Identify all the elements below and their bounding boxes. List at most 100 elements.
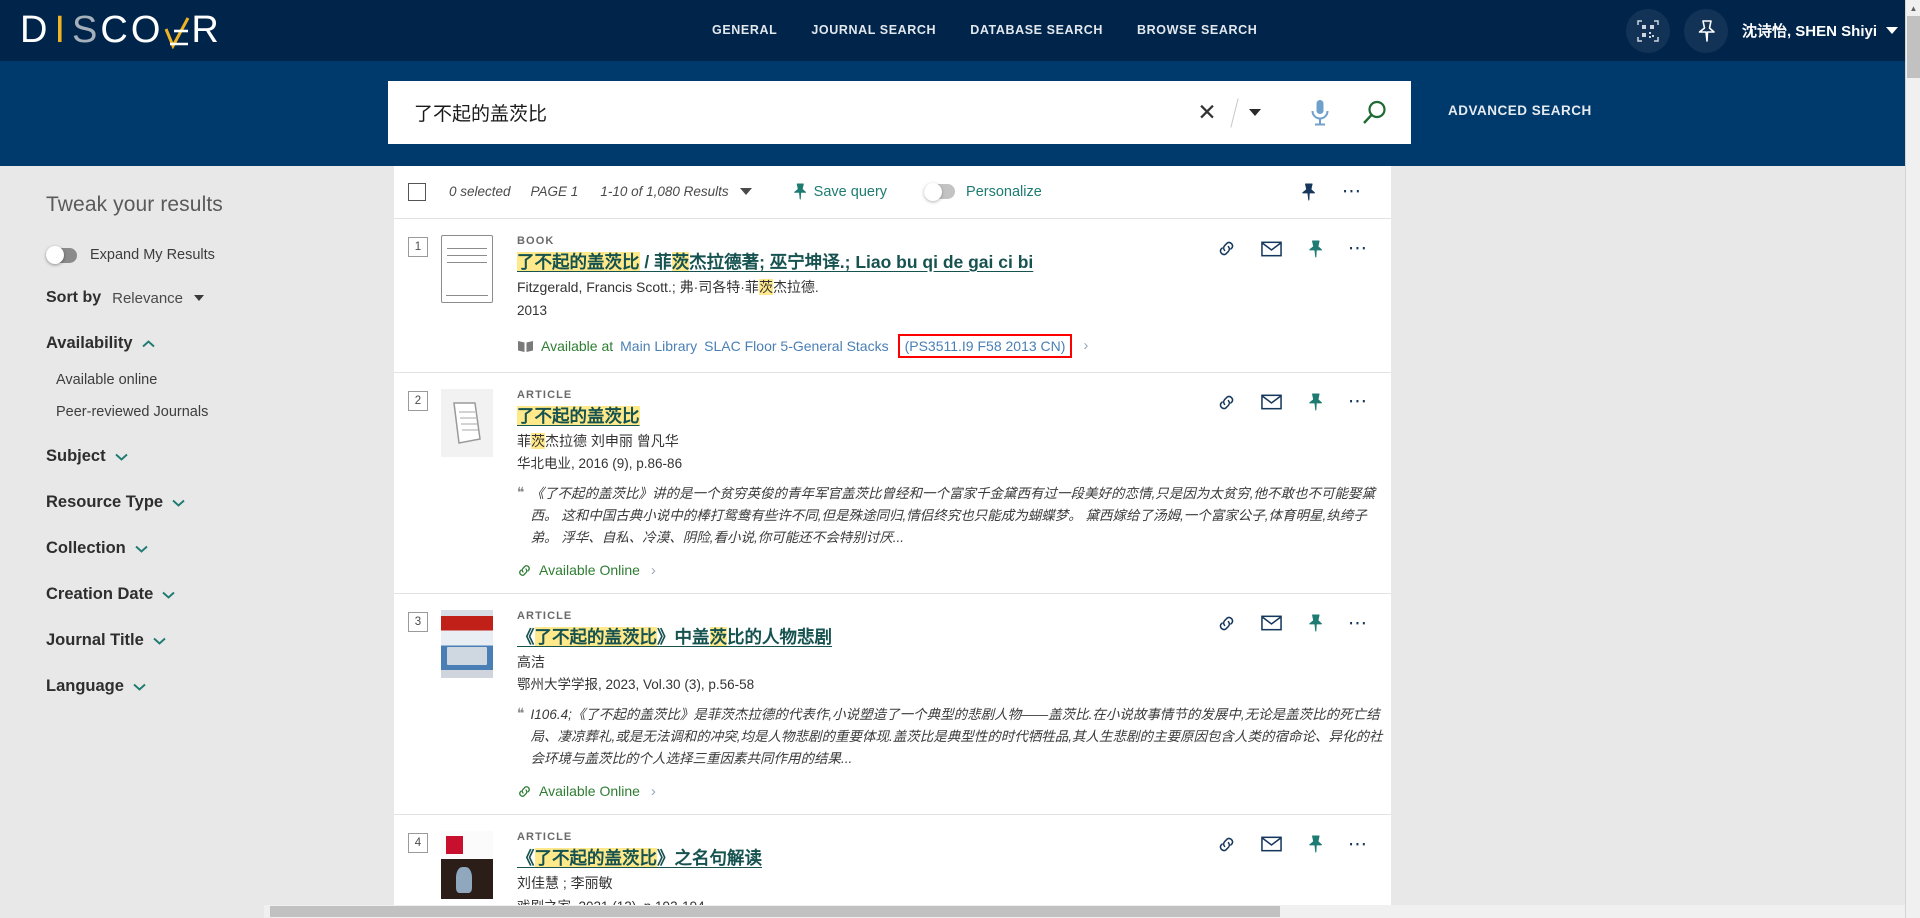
horizontal-scrollbar[interactable]: [264, 905, 1920, 918]
vertical-scrollbar[interactable]: ▲: [1905, 0, 1920, 918]
ellipsis-icon[interactable]: ⋯: [1342, 181, 1363, 201]
chevron-right-icon[interactable]: ›: [1083, 337, 1088, 354]
facet-availability[interactable]: Availability: [46, 334, 394, 353]
link-icon[interactable]: [1217, 393, 1236, 412]
envelope-icon[interactable]: [1261, 241, 1282, 257]
available-online-link[interactable]: Available Online: [539, 562, 640, 578]
facets-sidebar: Tweak your results Expand My Results Sor…: [0, 166, 394, 918]
envelope-icon[interactable]: [1261, 836, 1282, 852]
page-indicator: PAGE 1: [530, 184, 579, 199]
call-number: (PS3511.I9 F58 2013 CN): [897, 333, 1073, 358]
result-item-4[interactable]: 4 ARTICLE 《了不起的盖茨比》之名句解读 刘佳慧 ; 李丽敏 戏剧之家,…: [394, 813, 1391, 918]
facet-language[interactable]: Language: [46, 677, 394, 696]
chevron-down-icon[interactable]: [1249, 109, 1261, 116]
pin-icon[interactable]: [1307, 393, 1323, 411]
ellipsis-icon[interactable]: ⋯: [1348, 392, 1369, 412]
location-link[interactable]: SLAC Floor 5-General Stacks: [704, 338, 888, 354]
close-icon[interactable]: ✕: [1190, 96, 1224, 130]
qr-code-icon[interactable]: [1625, 8, 1670, 53]
facet-resource-type[interactable]: Resource Type: [46, 493, 394, 512]
scroll-thumb[interactable]: [270, 906, 1280, 917]
ellipsis-icon[interactable]: ⋯: [1348, 834, 1369, 854]
expand-my-results-toggle[interactable]: [46, 246, 77, 264]
header-user-controls: 沈诗怡, SHEN Shiyi: [1625, 0, 1898, 61]
page-body: Tweak your results Expand My Results Sor…: [0, 166, 1920, 918]
sort-by-label: Sort by: [46, 289, 102, 306]
link-icon[interactable]: [1217, 239, 1236, 258]
chevron-down-icon: [162, 591, 175, 599]
availability-row[interactable]: Available Online ›: [517, 783, 1383, 800]
facet-creation-date[interactable]: Creation Date: [46, 585, 394, 604]
search-input[interactable]: [388, 101, 1190, 124]
nav-database-search[interactable]: DATABASE SEARCH: [953, 0, 1120, 61]
available-online-link[interactable]: Available Online: [539, 783, 640, 799]
library-link[interactable]: Main Library: [620, 338, 697, 354]
sort-by-row: Sort by Relevance: [46, 289, 394, 307]
ellipsis-icon[interactable]: ⋯: [1348, 613, 1369, 633]
ellipsis-icon[interactable]: ⋯: [1348, 238, 1369, 258]
result-item-3[interactable]: 3 ARTICLE 《了不起的盖茨比》中盖茨比的人物悲剧 高洁 鄂州大学学报, …: [394, 592, 1391, 814]
results-column: 0 selected PAGE 1 1-10 of 1,080 Results …: [394, 166, 1391, 918]
result-item-1[interactable]: 1 BOOK 了不起的盖茨比 / 菲茨杰拉德著; 巫宁坤译.; Liao bu …: [394, 218, 1391, 372]
facet-option-peer-reviewed[interactable]: Peer-reviewed Journals: [56, 404, 394, 420]
pin-icon[interactable]: [1307, 614, 1323, 632]
chevron-right-icon[interactable]: ›: [651, 562, 656, 579]
result-authors: Fitzgerald, Francis Scott.; 弗·司各特·菲茨杰拉德.: [517, 279, 819, 296]
result-number: 4: [408, 832, 428, 853]
search-icon[interactable]: [1353, 92, 1395, 134]
discover-logo[interactable]: D I S CO R: [20, 8, 222, 52]
nav-browse-search[interactable]: BROWSE SEARCH: [1120, 0, 1274, 61]
select-all-checkbox[interactable]: [408, 182, 426, 201]
result-actions: ⋯: [1217, 834, 1369, 854]
chevron-down-icon[interactable]: [739, 188, 752, 195]
chevron-down-icon[interactable]: [194, 295, 205, 301]
logo-checkmark-icon: [164, 13, 190, 49]
facet-collection[interactable]: Collection: [46, 539, 394, 558]
chevron-down-icon: [135, 545, 148, 553]
envelope-icon[interactable]: [1261, 394, 1282, 410]
sort-by-value[interactable]: Relevance: [112, 290, 183, 307]
pin-icon[interactable]: [1307, 239, 1323, 258]
bottom-left-filler: [0, 905, 264, 918]
personalize-toggle[interactable]: [924, 182, 956, 201]
logo-letter-r: R: [191, 8, 222, 51]
personalize-label: Personalize: [966, 183, 1042, 200]
link-icon[interactable]: [1217, 614, 1236, 633]
nav-general[interactable]: GENERAL: [700, 0, 794, 61]
result-actions: ⋯: [1217, 613, 1369, 633]
save-query-button[interactable]: Save query: [792, 183, 887, 200]
journal-cover-icon: [441, 609, 493, 678]
logo-letter-i: I: [54, 8, 69, 51]
selected-count: 0 selected: [449, 184, 511, 199]
scroll-up-arrow-icon[interactable]: ▲: [1906, 0, 1920, 16]
result-item-2[interactable]: 2 ARTICLE 了不起的盖茨比 菲茨杰拉德 刘申丽 曾凡华 华北电业, 20…: [394, 371, 1391, 593]
chevron-right-icon[interactable]: ›: [651, 783, 656, 800]
quote-icon: ❝: [517, 705, 525, 722]
nav-journal-search[interactable]: JOURNAL SEARCH: [794, 0, 953, 61]
result-number: 1: [408, 237, 428, 257]
result-content: ARTICLE 《了不起的盖茨比》中盖茨比的人物悲剧 高洁 鄂州大学学报, 20…: [517, 610, 1391, 800]
availability-row[interactable]: Available Online ›: [517, 562, 1383, 579]
link-icon[interactable]: [1217, 835, 1236, 854]
microphone-icon[interactable]: [1299, 92, 1341, 134]
facet-label: Language: [46, 677, 124, 695]
scroll-thumb[interactable]: [1907, 16, 1920, 78]
top-header-bar: D I S CO R GENERAL JOURNAL SEARCH DATABA…: [0, 0, 1920, 61]
expand-my-results-row[interactable]: Expand My Results: [46, 246, 394, 264]
pin-icon[interactable]: [1683, 8, 1728, 53]
user-menu[interactable]: 沈诗怡, SHEN Shiyi: [1742, 20, 1898, 41]
envelope-icon[interactable]: [1261, 615, 1282, 631]
expand-my-results-label: Expand My Results: [90, 247, 215, 263]
facet-label: Journal Title: [46, 631, 144, 649]
toggle-knob: [46, 246, 64, 264]
result-authors: 高洁: [517, 653, 545, 670]
personalize-toggle-row[interactable]: Personalize: [924, 182, 1042, 201]
facet-journal-title[interactable]: Journal Title: [46, 631, 394, 650]
pin-icon[interactable]: [1307, 835, 1323, 853]
facet-option-available-online[interactable]: Available online: [56, 372, 394, 388]
pin-icon[interactable]: [1300, 182, 1316, 201]
facet-subject[interactable]: Subject: [46, 447, 394, 466]
facet-label: Availability: [46, 334, 133, 352]
availability-row[interactable]: Available at Main Library SLAC Floor 5-G…: [517, 333, 1383, 358]
advanced-search-link[interactable]: ADVANCED SEARCH: [1448, 103, 1592, 118]
